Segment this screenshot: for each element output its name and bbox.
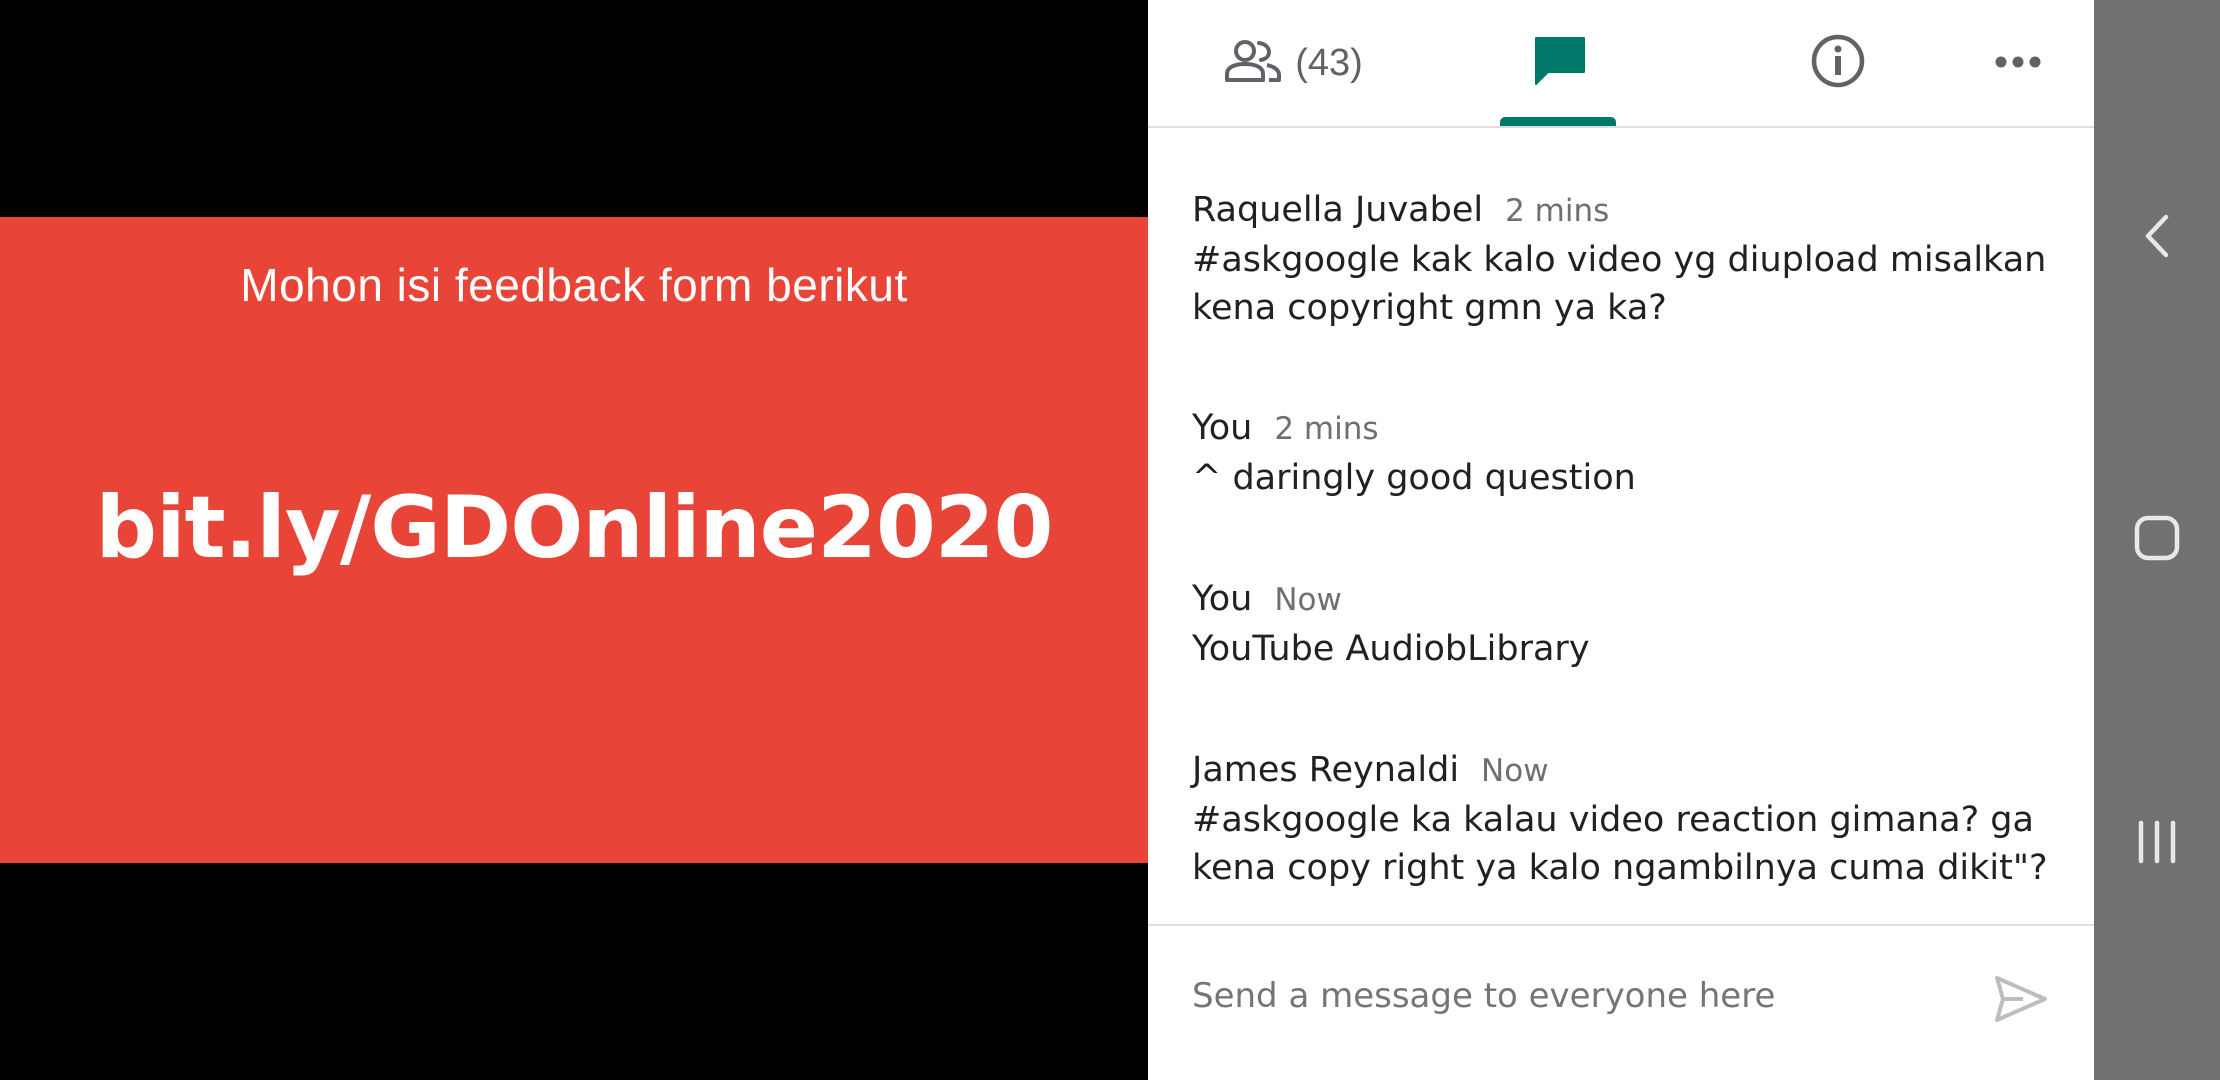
message-time: 2 mins xyxy=(1505,193,1610,229)
message-input[interactable] xyxy=(1192,976,1952,1016)
slide-url: bit.ly/GDOnline2020 xyxy=(95,478,1054,578)
slide-subtitle: Mohon isi feedback form berikut xyxy=(240,259,908,311)
message-sender: James Reynaldi xyxy=(1192,750,1460,790)
send-icon xyxy=(1993,974,2049,1028)
message-line: YouTube AudiobLibrary xyxy=(1192,629,1590,669)
message-line: #askgoogle kak kalo video yg diupload mi… xyxy=(1192,240,2047,280)
nav-home-button[interactable] xyxy=(2094,480,2220,600)
presentation-stage: Mohon isi feedback form berikut bit.ly/G… xyxy=(0,0,1148,1080)
message-composer xyxy=(1148,924,2094,1080)
message-item: Raquella Juvabel 2 mins #askgoogle kak k… xyxy=(1192,190,2072,332)
tab-info[interactable] xyxy=(1788,0,1888,126)
screen: Mohon isi feedback form berikut bit.ly/G… xyxy=(0,0,2220,1080)
nav-recents-button[interactable] xyxy=(2094,784,2220,904)
message-line: #askgoogle ka kalau video reaction giman… xyxy=(1192,800,2034,840)
nav-back-button[interactable] xyxy=(2094,178,2220,298)
home-icon xyxy=(2134,515,2180,565)
message-time: 2 mins xyxy=(1274,411,1379,447)
message-time: Now xyxy=(1274,582,1342,618)
send-button[interactable] xyxy=(1986,966,2056,1036)
message-text: #askgoogle kak kalo video yg diupload mi… xyxy=(1192,236,2072,332)
message-sender: You xyxy=(1192,579,1253,619)
tab-people[interactable]: (43) xyxy=(1208,0,1378,126)
message-item: You 2 mins ^ daringly good question xyxy=(1192,408,2072,502)
tab-chat[interactable] xyxy=(1500,0,1620,126)
message-time: Now xyxy=(1481,753,1549,789)
message-text: #askgoogle ka kalau video reaction giman… xyxy=(1192,796,2072,892)
active-tab-indicator xyxy=(1500,117,1616,126)
tab-bar: (43) xyxy=(1148,0,2094,128)
people-icon xyxy=(1223,38,1283,88)
message-item: James Reynaldi Now #askgoogle ka kalau v… xyxy=(1192,750,2072,892)
message-line: ^ daringly good question xyxy=(1192,458,1636,498)
chat-icon xyxy=(1532,34,1588,92)
system-nav-bar xyxy=(2094,0,2220,1080)
message-item: You Now YouTube AudiobLibrary xyxy=(1192,579,2072,673)
message-text: YouTube AudiobLibrary xyxy=(1192,625,2072,673)
info-icon xyxy=(1810,33,1866,93)
back-icon xyxy=(2142,213,2172,263)
chat-panel: (43) Raquella Juvabel 2 mins #askgoogle … xyxy=(1148,0,2094,1080)
message-line: kena copyright gmn ya ka? xyxy=(1192,288,1667,328)
message-text: ^ daringly good question xyxy=(1192,454,2072,502)
recents-icon xyxy=(2135,819,2179,869)
more-icon xyxy=(1995,54,2041,73)
presentation-slide: Mohon isi feedback form berikut bit.ly/G… xyxy=(0,217,1148,863)
message-sender: You xyxy=(1192,408,1253,448)
participant-count: (43) xyxy=(1295,41,1363,84)
message-sender: Raquella Juvabel xyxy=(1192,190,1484,230)
more-options-button[interactable] xyxy=(1968,0,2068,126)
message-line: kena copy right ya kalo ngambilnya cuma … xyxy=(1192,848,2048,888)
